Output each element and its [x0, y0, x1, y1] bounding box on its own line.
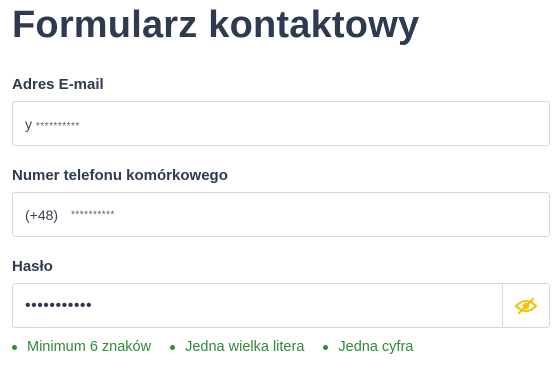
rule-text: Minimum 6 znaków — [27, 339, 152, 355]
rule-digit: Jedna cyfra — [323, 339, 413, 355]
eye-slash-icon — [514, 297, 538, 314]
rule-text: Jedna wielka litera — [185, 339, 305, 355]
check-dot-icon — [170, 344, 176, 350]
phone-label: Numer telefonu komórkowego — [12, 167, 228, 184]
toggle-password-visibility-button[interactable] — [502, 284, 549, 327]
password-value: ••••••••••• — [25, 296, 93, 314]
rule-uppercase: Jedna wielka litera — [170, 339, 304, 355]
phone-value: ********** — [71, 209, 115, 220]
page-title: Formularz kontaktowy — [12, 4, 420, 46]
password-label: Hasło — [12, 258, 53, 275]
email-field[interactable]: y ********** — [12, 101, 550, 146]
email-value: y ********** — [25, 115, 80, 132]
email-label: Adres E-mail — [12, 76, 104, 93]
rule-text: Jedna cyfra — [338, 339, 414, 355]
password-rules: Minimum 6 znaków Jedna wielka litera Jed… — [12, 339, 432, 355]
rule-min-length: Minimum 6 znaków — [12, 339, 151, 355]
phone-field[interactable]: (+48) ********** — [12, 192, 550, 237]
country-code: (+48) — [25, 206, 59, 223]
check-dot-icon — [12, 344, 17, 350]
password-field[interactable]: ••••••••••• — [12, 283, 550, 328]
contact-form-page: Formularz kontaktowy Adres E-mail y ****… — [0, 0, 559, 376]
check-dot-icon — [323, 344, 329, 350]
